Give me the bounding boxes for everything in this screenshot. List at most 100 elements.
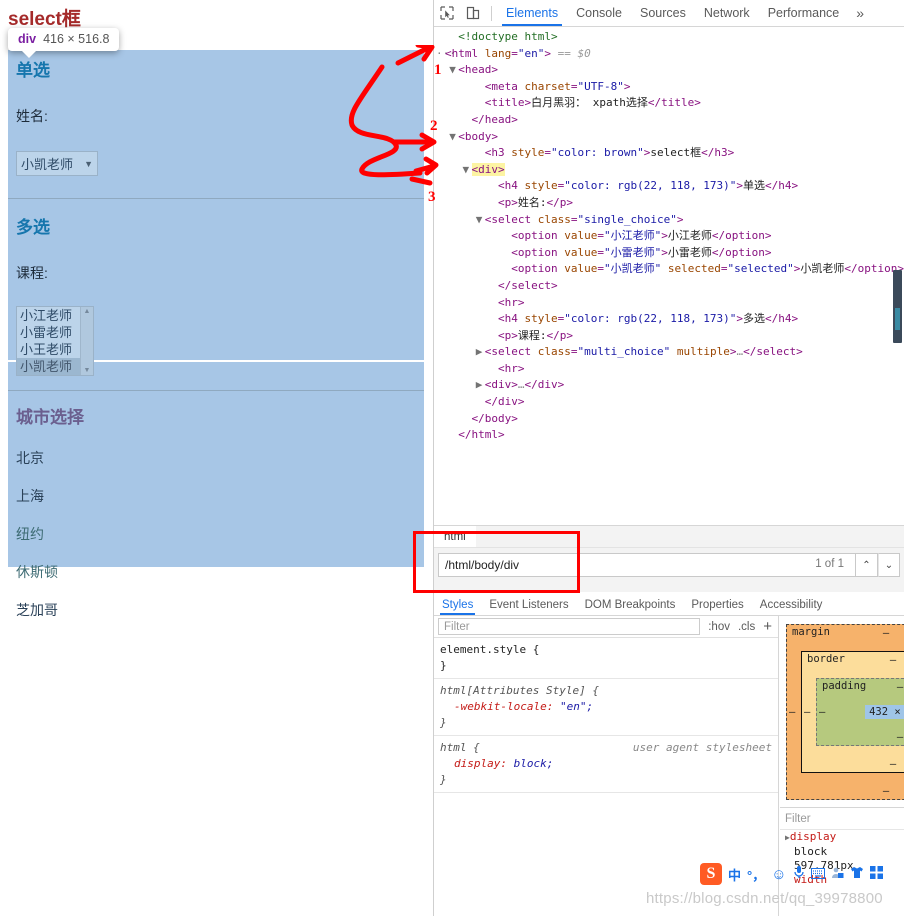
ellipsis-icon[interactable]: ··· [436, 46, 456, 63]
style-rule[interactable]: element.style {} [434, 638, 778, 679]
multi-choice-select[interactable]: 小江老师 小雷老师 小王老师 小凯老师 ▲ ▼ [16, 306, 94, 376]
style-declaration[interactable]: -webkit-locale: "en"; [440, 699, 772, 715]
search-input[interactable]: /html/body/div [438, 553, 856, 577]
dom-tree-line[interactable]: <option value="小江老师">小江老师</option> [434, 228, 904, 245]
dom-tree-line[interactable]: ▼ <div> [434, 162, 904, 179]
tab-console[interactable]: Console [567, 0, 631, 26]
dom-tree-line[interactable]: ▶ <div>…</div> [434, 377, 904, 394]
tab-performance[interactable]: Performance [759, 0, 849, 26]
hov-toggle-button[interactable]: :hov [708, 621, 730, 633]
collapse-triangle-icon[interactable]: ▼ [449, 129, 458, 146]
style-rule-selector: html[Attributes Style] { [440, 684, 599, 697]
padding-bottom-value[interactable]: – [817, 731, 904, 743]
scroll-down-icon[interactable]: ▼ [84, 367, 91, 374]
device-toolbar-icon[interactable] [460, 0, 486, 26]
style-rule-origin: user agent stylesheet [632, 741, 772, 754]
subtab-styles[interactable]: Styles [434, 599, 481, 615]
new-style-rule-button[interactable]: + [763, 618, 772, 635]
single-choice-select[interactable]: 小凯老师 ▼ [16, 151, 98, 176]
cls-toggle-button[interactable]: .cls [738, 621, 755, 633]
dom-tree-line[interactable]: ▶ <select class="multi_choice" multiple>…… [434, 344, 904, 361]
list-item[interactable]: 小王老师 [17, 341, 80, 358]
multi-choice-heading: 多选 [16, 218, 50, 237]
dom-tree-line[interactable]: </html> [434, 427, 904, 444]
search-next-button[interactable]: ⌄ [878, 553, 900, 577]
dom-tree-line[interactable]: <hr> [434, 361, 904, 378]
subtab-accessibility[interactable]: Accessibility [752, 599, 831, 615]
toolbar-divider [491, 5, 492, 21]
styles-filter-input[interactable]: Filter [438, 618, 701, 635]
dom-tree-line[interactable]: </head> [434, 112, 904, 129]
expand-triangle-icon[interactable]: ▶ [476, 344, 485, 361]
dom-tree-line[interactable]: </body> [434, 411, 904, 428]
inspect-cursor-icon[interactable] [434, 0, 460, 26]
dom-tree-line[interactable]: <meta charset="UTF-8"> [434, 79, 904, 96]
box-model-content-size[interactable]: 432 × 597.78 [865, 705, 904, 719]
dom-tree-line[interactable]: <option value="小雷老师">小雷老师</option> [434, 245, 904, 262]
style-rule[interactable]: html[Attributes Style] { -webkit-locale: … [434, 679, 778, 736]
list-item[interactable]: 小雷老师 [17, 324, 80, 341]
box-model-margin[interactable]: margin – – – border – – – padding – – – … [786, 624, 904, 800]
dom-tree-scrollbar[interactable] [893, 270, 902, 343]
dom-tree-line[interactable]: </div> [434, 394, 904, 411]
sogou-logo-icon[interactable]: S [700, 863, 722, 885]
skin-icon[interactable] [850, 866, 864, 883]
user-icon[interactable] [831, 866, 844, 883]
more-tabs-icon[interactable]: » [848, 5, 872, 21]
dom-tree-line[interactable]: <h4 style="color: rgb(22, 118, 173)">多选<… [434, 311, 904, 328]
dom-tree-line[interactable]: <p>课程:</p> [434, 328, 904, 345]
computed-filter-input[interactable]: Filter [780, 808, 904, 830]
dom-tree-line[interactable]: <hr> [434, 295, 904, 312]
list-item[interactable]: 小江老师 [17, 307, 80, 324]
style-rule[interactable]: html {user agent stylesheet display: bloc… [434, 736, 778, 793]
tab-sources[interactable]: Sources [631, 0, 695, 26]
tab-elements[interactable]: Elements [497, 0, 567, 26]
list-item-selected[interactable]: 小凯老师 [17, 358, 80, 375]
keyboard-icon[interactable] [810, 866, 825, 883]
scroll-up-icon[interactable]: ▲ [84, 308, 91, 315]
inspector-tooltip-dimensions: 416 × 516.8 [43, 32, 110, 46]
collapse-triangle-icon[interactable]: ▼ [476, 212, 485, 229]
page-content: 单选 姓名: 小凯老师 ▼ 多选 课程: 小江老师 小雷老师 小王老师 小凯老师… [8, 50, 424, 617]
subtab-properties[interactable]: Properties [683, 599, 751, 615]
dom-tree-line[interactable]: <option value="小凯老师" selected="selected"… [434, 261, 904, 278]
tab-network[interactable]: Network [695, 0, 759, 26]
dom-tree-line[interactable]: <h4 style="color: rgb(22, 118, 173)">单选<… [434, 178, 904, 195]
expand-triangle-icon[interactable]: ▶ [476, 377, 485, 394]
xpath-search-area: html /html/body/div ⌃ ⌄ 1 of 1 [413, 525, 904, 593]
dom-tree-line[interactable]: <p>姓名:</p> [434, 195, 904, 212]
dom-tree-line[interactable]: ▼ <select class="single_choice"> [434, 212, 904, 229]
city-item: 纽约 [16, 526, 44, 542]
breadcrumb-item-html[interactable]: html [434, 526, 476, 547]
dom-tree-line[interactable]: </select> [434, 278, 904, 295]
margin-bottom-value[interactable]: – [787, 785, 904, 797]
margin-left-value[interactable]: – [789, 706, 795, 718]
multi-select-scrollbar[interactable]: ▲ ▼ [80, 307, 93, 375]
padding-left-value[interactable]: – [819, 706, 825, 718]
dom-tree[interactable]: <!doctype html> ···<html lang="en"> == $0… [434, 27, 904, 525]
mic-icon[interactable] [793, 865, 805, 883]
search-prev-button[interactable]: ⌃ [856, 553, 878, 577]
dom-tree-line[interactable]: ▼ <head> [434, 62, 904, 79]
style-declaration[interactable]: display: block; [440, 756, 772, 772]
ime-language-mode[interactable]: 中 [728, 865, 741, 884]
box-model-padding[interactable]: padding – – – 432 × 597.78 – [816, 678, 904, 746]
emoji-icon[interactable]: ☺ [771, 866, 786, 883]
dom-tree-line[interactable]: <!doctype html> [434, 29, 904, 46]
dom-tree-line[interactable]: <h3 style="color: brown">select框</h3> [434, 145, 904, 162]
subtab-event-listeners[interactable]: Event Listeners [481, 599, 576, 615]
subtab-dom-breakpoints[interactable]: DOM Breakpoints [577, 599, 684, 615]
border-left-value[interactable]: – [804, 706, 810, 718]
collapse-triangle-icon[interactable]: ▼ [463, 162, 472, 179]
dom-tree-line[interactable]: ▼ <body> [434, 129, 904, 146]
computed-property-row[interactable]: ▶display [780, 830, 904, 845]
course-label: 课程: [16, 265, 48, 281]
dom-tree-line[interactable]: <title>白月黑羽： xpath选择</title> [434, 95, 904, 112]
dom-tree-line[interactable]: ···<html lang="en"> == $0 [434, 46, 904, 63]
border-bottom-value[interactable]: – [802, 758, 904, 770]
apps-icon[interactable] [869, 865, 883, 883]
annotation-number-3: 3 [428, 189, 436, 205]
box-model-border[interactable]: border – – – padding – – – 432 × 597.78 … [801, 651, 904, 773]
ime-punctuation-mode[interactable]: °， [747, 865, 765, 884]
collapse-triangle-icon[interactable]: ▼ [449, 62, 458, 79]
